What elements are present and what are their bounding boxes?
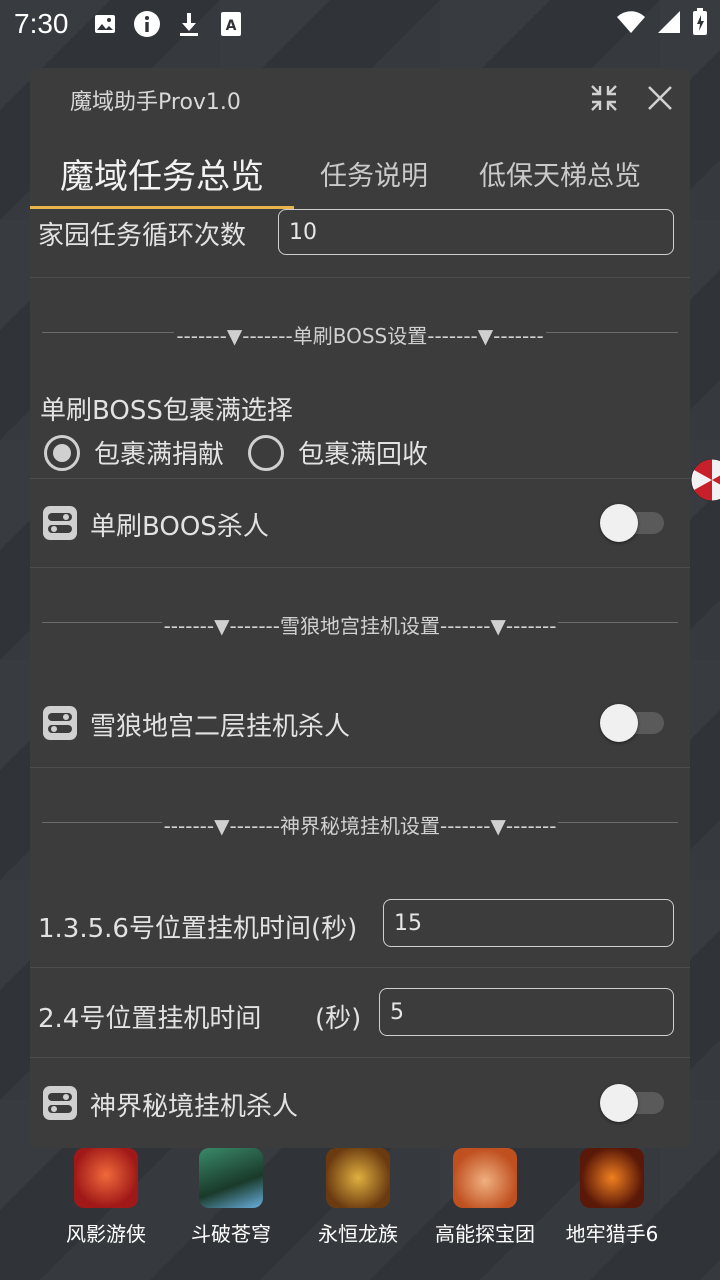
pos1356-row: 1.3.5.6号位置挂机时间(秒) 15: [30, 878, 690, 968]
download-icon: [175, 10, 203, 38]
app-name: 高能探宝团: [435, 1222, 535, 1246]
home-task-label: 家园任务循环次数: [38, 221, 247, 251]
snow-kill-switch[interactable]: [600, 702, 666, 742]
close-button[interactable]: [644, 82, 676, 114]
app-doupo[interactable]: 斗破苍穹: [171, 1148, 291, 1247]
divine-kill-row: 神界秘境挂机杀人: [30, 1058, 690, 1147]
close-icon: [648, 86, 672, 110]
app-dock: 风影游侠 斗破苍穹 永恒龙族 高能探宝团 地牢猎手6: [0, 1148, 720, 1280]
boss-bag-row: 单刷BOSS包裹满选择 包裹满捐献 包裹满回收: [30, 378, 690, 479]
section-boss-title: -------▼-------单刷BOSS设置-------▼-------: [30, 320, 690, 349]
app-name: 风影游侠: [66, 1222, 146, 1246]
pos24-input[interactable]: 5: [379, 988, 674, 1036]
settings-toggle-icon: [43, 706, 77, 740]
assistant-panel: 魔域助手Prov1.0 魔域任务总览 任务说明 低保天梯总览 家园任务循环次数 …: [30, 68, 690, 1148]
section-snow-title: -------▼-------雪狼地宫挂机设置-------▼-------: [30, 610, 690, 639]
status-time: 7:30: [14, 8, 69, 39]
tab-ladder[interactable]: 低保天梯总览: [460, 138, 660, 208]
boss-bag-label: 单刷BOSS包裹满选择: [40, 396, 293, 426]
boss-kill-label: 单刷BOOS杀人: [90, 512, 269, 542]
panel-title: 魔域助手Prov1.0: [70, 90, 241, 115]
wifi-icon: [616, 9, 646, 39]
section-snow-text: -------▼-------雪狼地宫挂机设置-------▼-------: [161, 614, 559, 638]
cell-signal-icon: [656, 9, 682, 39]
app-icon: [199, 1148, 263, 1208]
pos24-unit: (秒): [315, 1004, 362, 1034]
pos24-row: 2.4号位置挂机时间 (秒) 5: [30, 968, 690, 1058]
section-boss-text: -------▼-------单刷BOSS设置-------▼-------: [174, 324, 546, 348]
collapse-icon: [591, 85, 617, 111]
app-yongheng[interactable]: 永恒龙族: [298, 1148, 418, 1247]
app-icon: [326, 1148, 390, 1208]
floating-umbrella-icon[interactable]: [690, 458, 720, 502]
app-icon: [453, 1148, 517, 1208]
svg-text:A: A: [225, 18, 236, 34]
settings-toggle-icon: [43, 506, 77, 540]
app-name: 斗破苍穹: [191, 1222, 271, 1246]
tab-bar: 魔域任务总览 任务说明 低保天梯总览: [30, 138, 690, 208]
section-divine-text: -------▼-------神界秘境挂机设置-------▼-------: [161, 814, 559, 838]
app-dilao[interactable]: 地牢猎手6: [552, 1148, 672, 1247]
tab-instructions[interactable]: 任务说明: [294, 138, 454, 208]
radio-donate-label[interactable]: 包裹满捐献: [94, 434, 224, 471]
app-name: 地牢猎手6: [565, 1222, 659, 1246]
radio-recycle[interactable]: [248, 435, 284, 471]
image-icon: [91, 10, 119, 38]
status-bar: 7:30 A: [0, 0, 720, 48]
app-name: 永恒龙族: [318, 1222, 398, 1246]
divine-kill-switch[interactable]: [600, 1082, 666, 1122]
pos1356-label: 1.3.5.6号位置挂机时间(秒): [38, 914, 358, 944]
info-icon: [133, 10, 161, 38]
app-fengying[interactable]: 风影游侠: [46, 1148, 166, 1247]
a-font-icon: A: [217, 10, 245, 38]
app-icon: [580, 1148, 644, 1208]
home-task-row: 家园任务循环次数 10: [30, 209, 690, 278]
app-icon: [74, 1148, 138, 1208]
settings-toggle-icon: [43, 1086, 77, 1120]
divine-kill-label: 神界秘境挂机杀人: [90, 1092, 299, 1122]
home-task-input[interactable]: 10: [278, 209, 674, 255]
boss-kill-switch[interactable]: [600, 502, 666, 542]
snow-kill-row: 雪狼地宫二层挂机杀人: [30, 678, 690, 768]
radio-recycle-label[interactable]: 包裹满回收: [298, 434, 428, 471]
pos24-label: 2.4号位置挂机时间: [38, 1004, 262, 1034]
tab-overview[interactable]: 魔域任务总览: [30, 138, 294, 208]
pos1356-input[interactable]: 15: [383, 899, 674, 947]
section-divine-title: -------▼-------神界秘境挂机设置-------▼-------: [30, 810, 690, 839]
snow-kill-label: 雪狼地宫二层挂机杀人: [90, 712, 351, 742]
collapse-button[interactable]: [588, 82, 620, 114]
battery-charging-icon: [692, 8, 708, 40]
boss-kill-row: 单刷BOOS杀人: [30, 478, 690, 568]
app-gaoneng[interactable]: 高能探宝团: [425, 1148, 545, 1247]
radio-donate[interactable]: [44, 435, 80, 471]
